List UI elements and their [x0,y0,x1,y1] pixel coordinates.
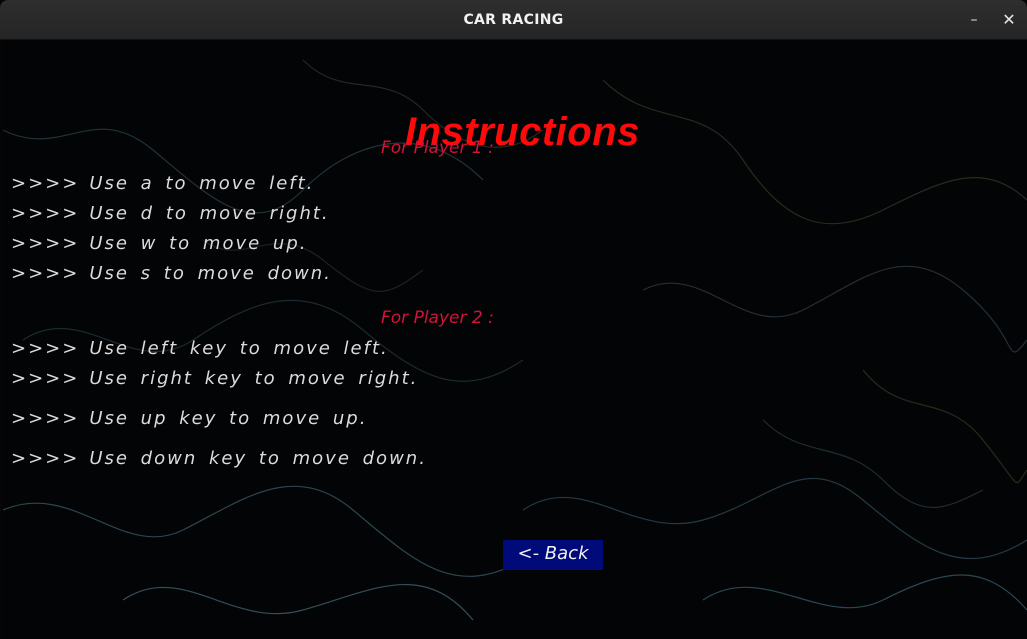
line-prefix: >>>> [11,338,80,359]
line-prefix: >>>> [11,173,80,194]
line-prefix: >>>> [11,233,80,254]
instructions-screen: Instructions For Player 1 : >>>> Use a to… [3,40,1027,639]
player1-instruction: >>>> Use w to move up. [11,233,307,254]
window-title: CAR RACING [463,12,564,28]
title-bar[interactable]: CAR RACING – ✕ [0,0,1027,40]
player2-instruction: >>>> Use down key to move down. [11,448,427,469]
line-prefix: >>>> [11,203,80,224]
instruction-text: Use down key to move down. [89,448,427,469]
back-button[interactable]: <- Back [503,540,603,570]
instruction-text: Use right key to move right. [89,368,419,389]
player2-instruction: >>>> Use left key to move left. [11,338,389,359]
player1-instruction: >>>> Use a to move left. [11,173,314,194]
instruction-text: Use w to move up. [89,233,308,254]
line-prefix: >>>> [11,263,80,284]
close-icon[interactable]: ✕ [999,10,1019,30]
instruction-text: Use d to move right. [89,203,330,224]
player1-instruction: >>>> Use s to move down. [11,263,332,284]
instruction-text: Use a to move left. [89,173,315,194]
instruction-text: Use up key to move up. [89,408,368,429]
player2-instruction: >>>> Use up key to move up. [11,408,367,429]
player2-instruction: >>>> Use right key to move right. [11,368,418,389]
player1-instruction: >>>> Use d to move right. [11,203,330,224]
minimize-icon[interactable]: – [964,10,984,30]
line-prefix: >>>> [11,368,80,389]
instruction-text: Use s to move down. [89,263,332,284]
line-prefix: >>>> [11,448,80,469]
line-prefix: >>>> [11,408,80,429]
player2-label: For Player 2 : [381,308,494,328]
game-window: CAR RACING – ✕ Instructions For Player 1… [0,0,1027,639]
instruction-text: Use left key to move left. [89,338,389,359]
player1-label: For Player 1 : [381,138,494,158]
